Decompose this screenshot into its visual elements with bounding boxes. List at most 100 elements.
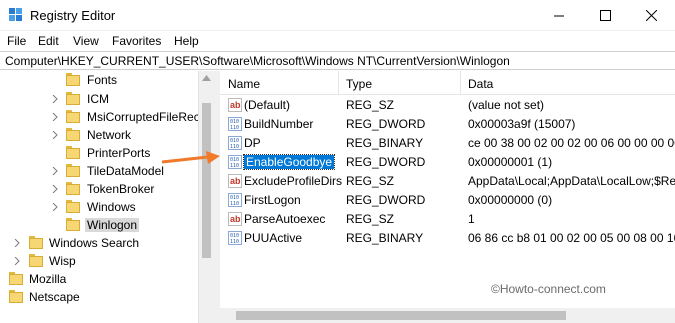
- menu-help[interactable]: Help: [174, 34, 199, 48]
- value-name: ParseAutoexec: [244, 212, 326, 226]
- chevron-right-icon[interactable]: [51, 167, 59, 175]
- folder-icon: [66, 182, 80, 195]
- minimize-icon: [553, 15, 564, 17]
- tree-item-windows-search[interactable]: Windows Search: [0, 234, 198, 252]
- menu-view[interactable]: View: [73, 34, 99, 48]
- tree-item-label: TileDataModel: [87, 164, 164, 178]
- string-value-icon: ab: [228, 98, 242, 112]
- orange-arrow-icon: [161, 151, 220, 164]
- value-row[interactable]: 010 110 PUUActive REG_BINARY 06 86 cc b8 …: [220, 229, 675, 248]
- value-row[interactable]: ab ParseAutoexec REG_SZ 1: [220, 210, 675, 229]
- value-data: AppData\Local;AppData\LocalLow;$Re: [468, 174, 675, 188]
- tree-item-label: Windows: [87, 200, 136, 214]
- tree-item-label: Windows Search: [49, 236, 140, 250]
- tree-item-label: ICM: [87, 92, 109, 106]
- folder-icon: [29, 236, 43, 249]
- value-data: (value not set): [468, 98, 545, 112]
- folder-icon: [29, 254, 43, 267]
- menu-edit[interactable]: Edit: [38, 34, 59, 48]
- svg-text:110: 110: [230, 125, 239, 131]
- tree-item-winlogon[interactable]: Winlogon: [0, 216, 198, 234]
- value-data: ce 00 38 00 02 00 02 00 06 00 00 00 06 8…: [468, 136, 675, 150]
- binary-value-icon: 010110: [228, 155, 242, 169]
- tree-scroll-thumb[interactable]: [202, 103, 211, 258]
- value-name: FirstLogon: [244, 193, 301, 207]
- value-type: REG_SZ: [346, 98, 395, 112]
- folder-icon: [66, 73, 80, 86]
- value-name: (Default): [244, 98, 291, 112]
- tree-item-label: Mozilla: [29, 272, 67, 286]
- chevron-right-icon[interactable]: [51, 203, 59, 211]
- tree-item-wisp[interactable]: Wisp: [0, 252, 198, 270]
- maximize-button[interactable]: [582, 0, 628, 31]
- value-type: REG_DWORD: [346, 117, 426, 131]
- close-icon: [645, 10, 657, 21]
- column-header-type[interactable]: Type: [346, 77, 372, 91]
- tree-item-network[interactable]: Network: [0, 126, 198, 144]
- watermark: ©Howto-connect.com: [491, 282, 606, 296]
- value-name: DP: [244, 136, 261, 150]
- value-row[interactable]: 010 110 DP REG_BINARY ce 00 38 00 02 00 0…: [220, 134, 675, 153]
- tree-item-msicorruptedfilerec[interactable]: MsiCorruptedFileRec: [0, 108, 200, 126]
- tree-item-label: Winlogon: [85, 218, 140, 232]
- scroll-up-icon[interactable]: [202, 75, 211, 81]
- column-header-name[interactable]: Name: [228, 77, 260, 91]
- tree-item-label: MsiCorruptedFileRec: [87, 110, 200, 124]
- address-bar[interactable]: Computer\HKEY_CURRENT_USER\Software\Micr…: [0, 51, 675, 70]
- value-row[interactable]: ab (Default) REG_SZ (value not set): [220, 96, 675, 115]
- key-tree[interactable]: Fonts ICM MsiCorruptedFileRec Network Pr…: [0, 71, 213, 323]
- tree-item-mozilla[interactable]: Mozilla: [0, 270, 198, 288]
- svg-text:110: 110: [230, 201, 239, 207]
- column-header-data[interactable]: Data: [468, 77, 493, 91]
- registry-editor-icon: [9, 8, 22, 21]
- tree-item-label: Netscape: [29, 290, 80, 304]
- column-separator[interactable]: [338, 71, 339, 95]
- tree-item-label: TokenBroker: [87, 182, 155, 196]
- title-bar: Registry Editor: [0, 0, 675, 31]
- folder-icon: [66, 110, 80, 123]
- values-list[interactable]: Name Type Data ab (Default) REG_SZ (valu…: [220, 71, 675, 323]
- value-name: ExcludeProfileDirs: [244, 174, 343, 188]
- folder-icon: [66, 218, 80, 231]
- svg-text:110: 110: [230, 163, 239, 169]
- maximize-icon: [599, 10, 611, 21]
- chevron-right-icon[interactable]: [13, 239, 21, 247]
- folder-icon: [66, 164, 80, 177]
- values-hscroll-thumb[interactable]: [236, 311, 566, 320]
- value-row-selected[interactable]: 010 110 EnableGoodbye REG_DWORD 0x0000000…: [220, 153, 675, 172]
- chevron-right-icon[interactable]: [13, 257, 21, 265]
- tree-item-icm[interactable]: ICM: [0, 90, 198, 108]
- folder-icon: [66, 146, 80, 159]
- chevron-right-icon[interactable]: [51, 131, 59, 139]
- string-value-icon: ab: [228, 212, 242, 226]
- value-name: BuildNumber: [244, 117, 314, 131]
- tree-item-tokenbroker[interactable]: TokenBroker: [0, 180, 198, 198]
- folder-icon: [9, 290, 23, 303]
- tree-item-netscape[interactable]: Netscape: [0, 288, 198, 306]
- tree-item-label: Fonts: [87, 73, 118, 87]
- value-row[interactable]: ab ExcludeProfileDirs REG_SZ AppData\Loc…: [220, 172, 675, 191]
- binary-value-icon: 010110: [228, 117, 242, 131]
- chevron-right-icon[interactable]: [51, 95, 59, 103]
- value-data: 0x00003a9f (15007): [468, 117, 576, 131]
- chevron-right-icon[interactable]: [51, 185, 59, 193]
- folder-icon: [66, 92, 80, 105]
- value-row[interactable]: 010 110 BuildNumber REG_DWORD 0x00003a9f …: [220, 115, 675, 134]
- pane-splitter[interactable]: [213, 71, 220, 323]
- chevron-right-icon[interactable]: [51, 113, 59, 121]
- menu-file[interactable]: File: [7, 34, 26, 48]
- menu-favorites[interactable]: Favorites: [112, 34, 161, 48]
- minimize-button[interactable]: [536, 0, 582, 31]
- values-hscrollbar[interactable]: [220, 308, 675, 323]
- tree-scrollbar[interactable]: [198, 71, 213, 323]
- close-button[interactable]: [628, 0, 674, 31]
- value-row[interactable]: 010 110 FirstLogon REG_DWORD 0x00000000 (…: [220, 191, 675, 210]
- value-type: REG_SZ: [346, 212, 395, 226]
- address-path[interactable]: Computer\HKEY_CURRENT_USER\Software\Micr…: [5, 54, 510, 68]
- tree-item-windows[interactable]: Windows: [0, 198, 198, 216]
- column-separator[interactable]: [460, 71, 461, 95]
- list-header: Name Type Data: [220, 71, 675, 95]
- folder-icon: [9, 272, 23, 285]
- value-data: 0x00000000 (0): [468, 193, 553, 207]
- tree-item-fonts[interactable]: Fonts: [0, 71, 198, 89]
